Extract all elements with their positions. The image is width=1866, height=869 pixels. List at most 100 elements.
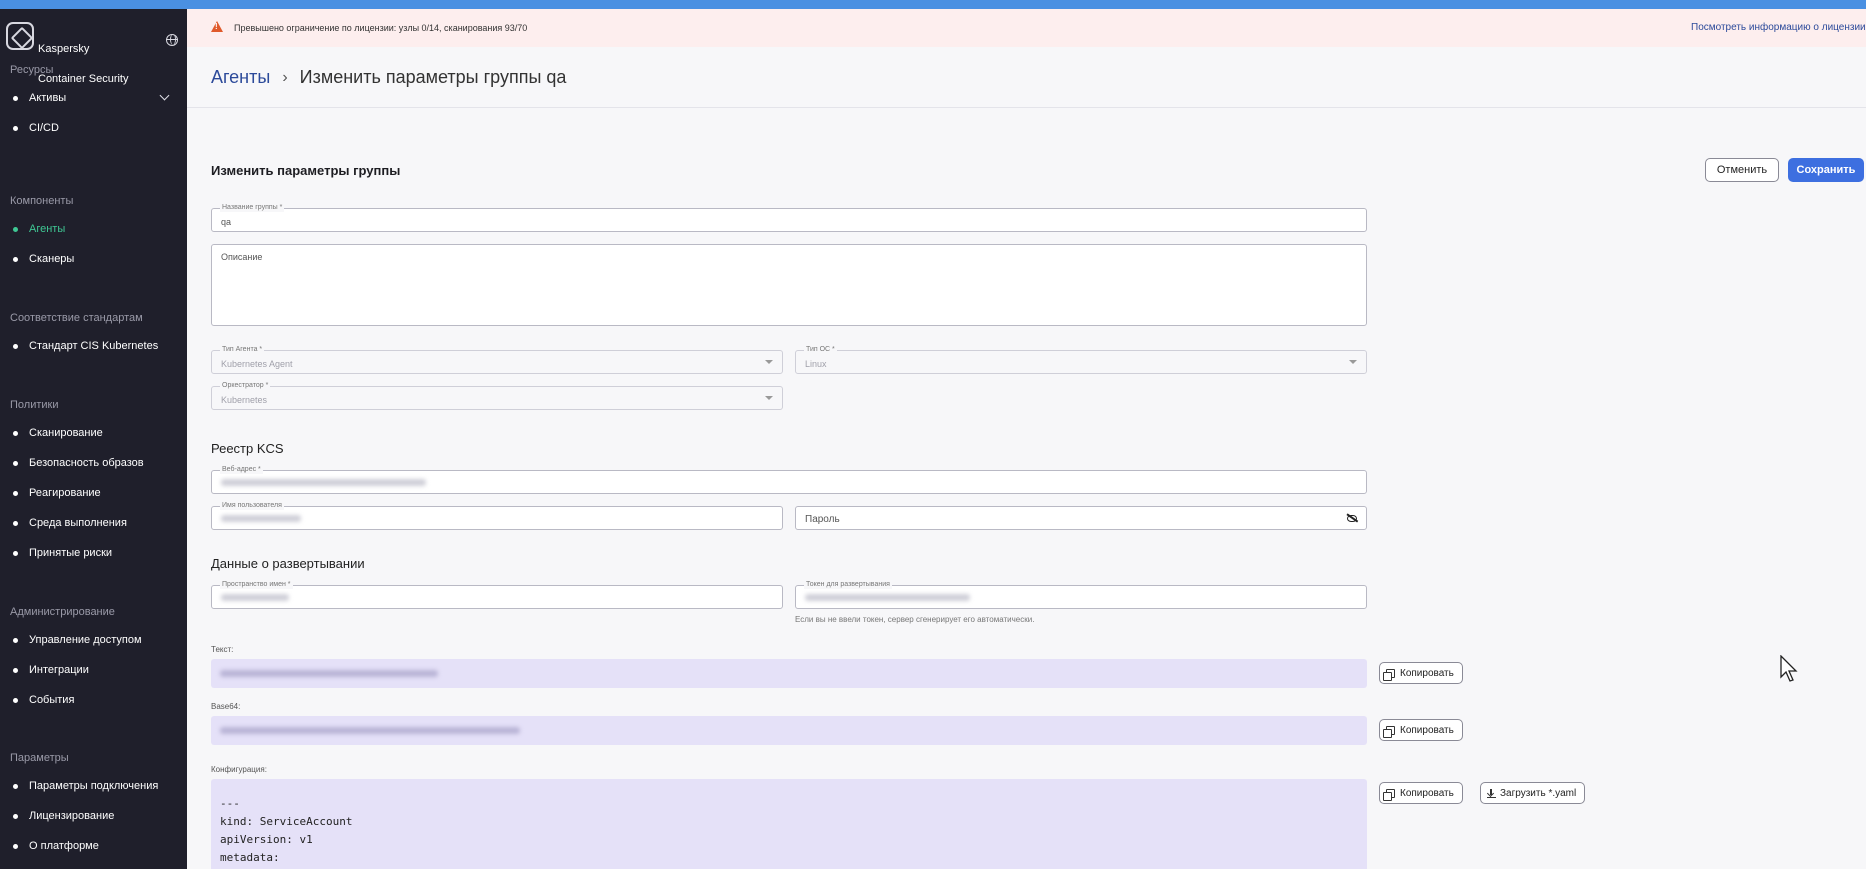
password-field[interactable]: Пароль — [795, 506, 1367, 530]
os-type-label: Тип ОС * — [804, 346, 837, 354]
cancel-button[interactable]: Отменить — [1705, 158, 1779, 182]
web-address-redacted — [221, 479, 426, 486]
sidebar-item-integrations[interactable]: Интеграции — [10, 659, 180, 681]
sidebar-item-label: Сканирование — [29, 427, 103, 439]
license-banner: Превышено ограничение по лицензии: узлы … — [187, 9, 1866, 47]
sidebar-item-scanning[interactable]: Сканирование — [10, 422, 180, 444]
os-type-value: Linux — [805, 359, 827, 369]
sidebar-item-label: Активы — [29, 92, 67, 104]
base64-output-box[interactable] — [211, 716, 1367, 745]
breadcrumb-separator: › — [282, 68, 288, 86]
copy-icon — [1383, 725, 1395, 738]
username-label: Имя пользователя — [220, 502, 284, 510]
license-info-link[interactable]: Посмотреть информацию о лицензии — [1691, 22, 1866, 33]
sidebar-item-label: Агенты — [29, 223, 66, 235]
namespace-label: Пространство имен * — [220, 581, 293, 589]
registry-section-title: Реестр KCS — [211, 441, 284, 456]
config-line: --- — [220, 797, 240, 810]
namespace-field[interactable]: Пространство имен * — [211, 581, 783, 609]
upload-yaml-button[interactable]: Загрузить *.yaml — [1480, 782, 1586, 804]
sidebar-item-access-control[interactable]: Управление доступом — [10, 629, 180, 651]
orchestrator-label: Оркестратор * — [220, 382, 271, 390]
sidebar-item-label: Интеграции — [29, 664, 89, 676]
copy-icon — [1383, 788, 1395, 801]
eye-off-icon[interactable] — [1347, 515, 1357, 522]
sidebar-item-label: О платформе — [29, 840, 99, 852]
sidebar-item-assets[interactable]: Активы — [10, 87, 180, 109]
sidebar-item-about[interactable]: О платформе — [10, 835, 180, 857]
text-redacted — [220, 670, 438, 677]
save-button[interactable]: Сохранить — [1788, 158, 1864, 182]
sidebar-item-label: Стандарт CIS Kubernetes — [29, 340, 159, 352]
orchestrator-value: Kubernetes — [221, 395, 268, 405]
os-type-select[interactable]: Тип ОС * Linux — [795, 346, 1367, 374]
sidebar-item-label: Реагирование — [29, 487, 101, 499]
sidebar-item-image-security[interactable]: Безопасность образов — [10, 452, 180, 474]
kaspersky-logo-icon — [6, 22, 34, 50]
password-placeholder: Пароль — [805, 514, 840, 525]
username-redacted — [221, 515, 301, 522]
text-output-box[interactable] — [211, 659, 1367, 688]
sidebar-item-label: CI/CD — [29, 122, 59, 134]
sidebar: Kaspersky Container Security Ресурсы Акт… — [0, 9, 187, 869]
agent-type-select[interactable]: Тип Агента * Kubernetes Agent — [211, 346, 783, 374]
sidebar-item-label: Безопасность образов — [29, 457, 144, 469]
top-accent-stripe — [0, 0, 1866, 9]
agent-type-label: Тип Агента * — [220, 346, 265, 354]
section-title-compliance: Соответствие стандартам — [10, 312, 143, 324]
copy-button-label: Копировать — [1400, 787, 1454, 799]
sidebar-item-licensing[interactable]: Лицензирование — [10, 805, 180, 827]
sidebar-item-runtime[interactable]: Среда выполнения — [10, 512, 180, 534]
sidebar-item-scanners[interactable]: Сканеры — [10, 248, 180, 270]
group-name-value: qa — [221, 217, 232, 227]
token-hint: Если вы не ввели токен, сервер сгенериру… — [795, 615, 1035, 624]
copy-button-label: Копировать — [1400, 667, 1454, 679]
form-title: Изменить параметры группы — [211, 163, 401, 178]
config-line: kind: ServiceAccount — [220, 815, 353, 828]
config-line: metadata: — [220, 851, 280, 864]
upload-button-label: Загрузить *.yaml — [1500, 787, 1577, 799]
section-title-resources: Ресурсы — [10, 64, 54, 76]
web-address-field[interactable]: Веб-адрес * — [211, 466, 1367, 494]
section-title-policies: Политики — [10, 399, 59, 411]
config-code: --- kind: ServiceAccount apiVersion: v1 … — [220, 795, 352, 867]
sidebar-item-label: Сканеры — [29, 253, 75, 265]
sidebar-item-connection-settings[interactable]: Параметры подключения — [10, 775, 180, 797]
token-field[interactable]: Токен для развертывания — [795, 581, 1367, 609]
brand-line-1: Kaspersky — [38, 43, 90, 55]
sidebar-item-label: Лицензирование — [29, 810, 115, 822]
description-textarea[interactable]: Описание — [211, 244, 1367, 326]
copy-text-button[interactable]: Копировать — [1379, 662, 1463, 684]
group-name-label: Название группы * — [220, 204, 285, 212]
sidebar-item-events[interactable]: События — [10, 689, 180, 711]
token-redacted — [805, 594, 970, 601]
warning-triangle-icon — [211, 21, 223, 32]
page-title: Изменить параметры группы qa — [299, 67, 567, 87]
download-icon — [1487, 788, 1496, 798]
sidebar-item-label: Принятые риски — [29, 547, 113, 559]
sidebar-item-cis-kubernetes[interactable]: Стандарт CIS Kubernetes — [10, 335, 180, 357]
copy-icon — [1383, 668, 1395, 681]
sidebar-item-agents[interactable]: Агенты — [10, 218, 180, 240]
config-label: Конфигурация: — [211, 765, 267, 774]
copy-base64-button[interactable]: Копировать — [1379, 719, 1463, 741]
copy-config-button[interactable]: Копировать — [1379, 782, 1463, 804]
config-output-box[interactable]: --- kind: ServiceAccount apiVersion: v1 … — [211, 779, 1367, 869]
orchestrator-select[interactable]: Оркестратор * Kubernetes — [211, 382, 783, 410]
sidebar-item-cicd[interactable]: CI/CD — [10, 117, 180, 139]
brand[interactable]: Kaspersky Container Security — [6, 18, 181, 85]
username-field[interactable]: Имя пользователя — [211, 502, 783, 530]
group-name-field[interactable]: Название группы * qa — [211, 204, 1367, 232]
caret-down-icon — [1349, 360, 1357, 364]
chevron-down-icon[interactable] — [159, 90, 170, 101]
copy-button-label: Копировать — [1400, 724, 1454, 736]
description-placeholder: Описание — [221, 252, 263, 262]
web-address-label: Веб-адрес * — [220, 466, 263, 474]
section-title-components: Компоненты — [10, 195, 74, 207]
breadcrumb-agents-link[interactable]: Агенты — [211, 67, 270, 88]
sidebar-item-response[interactable]: Реагирование — [10, 482, 180, 504]
caret-down-icon — [765, 360, 773, 364]
namespace-redacted — [221, 594, 289, 601]
globe-icon[interactable] — [166, 34, 178, 46]
sidebar-item-accepted-risks[interactable]: Принятые риски — [10, 542, 180, 564]
